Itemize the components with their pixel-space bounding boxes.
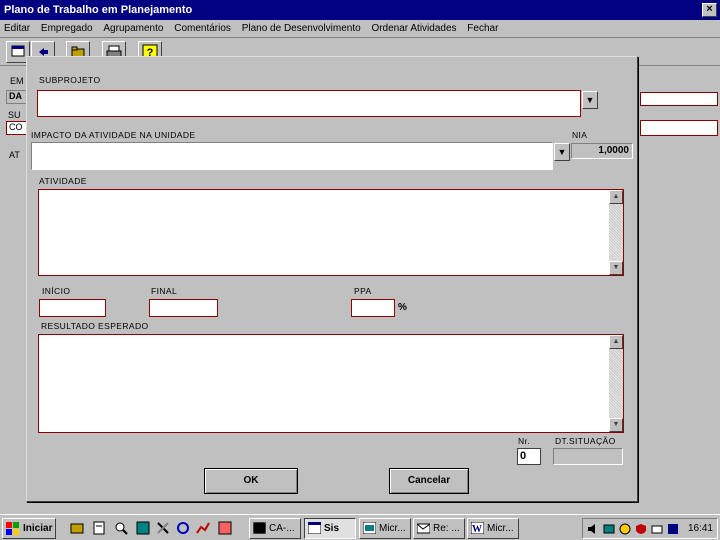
- task-label: Sis: [324, 523, 340, 534]
- system-tray: 16:41: [582, 518, 718, 539]
- quicklaunch-tools-icon[interactable]: [156, 521, 170, 535]
- windows-logo-icon: [6, 522, 19, 535]
- app-tray-icon[interactable]: [667, 523, 679, 535]
- ppa-label: PPA: [354, 286, 372, 296]
- start-button[interactable]: Iniciar: [2, 518, 56, 539]
- window-title: Plano de Trabalho em Planejamento: [4, 4, 193, 16]
- bg-label-em: EM: [10, 76, 24, 86]
- menu-editar[interactable]: Editar: [0, 20, 34, 37]
- dt-situacao-label: DT.SITUAÇÃO: [555, 436, 616, 446]
- ok-button[interactable]: OK: [204, 468, 298, 494]
- nia-label: NIA: [572, 130, 588, 140]
- menu-agrupamento[interactable]: Agrupamento: [99, 20, 167, 37]
- app-window-icon: [308, 522, 321, 534]
- impacto-dropdown-icon[interactable]: ▼: [554, 143, 570, 161]
- bg-field-right-2[interactable]: [640, 120, 718, 136]
- task-button-re[interactable]: Re: ...: [413, 518, 465, 539]
- scroll-down-icon[interactable]: ▼: [609, 261, 623, 275]
- close-icon[interactable]: ×: [702, 3, 717, 17]
- menu-comentarios[interactable]: Comentários: [170, 20, 235, 37]
- terminal-icon: [253, 522, 266, 534]
- mail-tray-icon[interactable]: [651, 523, 663, 535]
- menu-ordenar-atividades[interactable]: Ordenar Atividades: [367, 20, 460, 37]
- impacto-field[interactable]: [31, 142, 553, 170]
- nr-label: Nr.: [518, 436, 531, 446]
- cancel-button[interactable]: Cancelar: [389, 468, 469, 494]
- task-button-ca[interactable]: CA-...: [249, 518, 301, 539]
- start-label: Iniciar: [23, 523, 53, 534]
- inicio-label: INÍCIO: [42, 286, 71, 296]
- task-label: CA-...: [269, 523, 295, 534]
- subprojeto-label: SUBPROJETO: [39, 75, 101, 85]
- speaker-icon[interactable]: [587, 523, 599, 535]
- ppa-percent-sign: %: [398, 302, 408, 313]
- subprojeto-dropdown-icon[interactable]: ▼: [582, 91, 598, 109]
- subprojeto-field[interactable]: [37, 90, 581, 117]
- task-button-micr-2[interactable]: W Micr...: [467, 518, 519, 539]
- inicio-field[interactable]: [39, 299, 106, 317]
- quicklaunch-browser-icon[interactable]: [176, 521, 190, 535]
- network-tray-icon[interactable]: [603, 523, 615, 535]
- antivirus-icon[interactable]: [619, 523, 631, 535]
- scroll-up-icon[interactable]: ▲: [609, 335, 623, 349]
- quicklaunch-network-icon[interactable]: [136, 521, 150, 535]
- final-label: FINAL: [151, 286, 178, 296]
- menu-plano-desenvolvimento[interactable]: Plano de Desenvolvimento: [238, 20, 365, 37]
- bg-field-co[interactable]: CO: [6, 121, 28, 135]
- final-field[interactable]: [149, 299, 218, 317]
- nia-value: 1,0000: [571, 143, 633, 159]
- atividade-scrollbar[interactable]: ▲ ▼: [609, 190, 623, 275]
- menu-empregado[interactable]: Empregado: [37, 20, 97, 37]
- atividade-textarea[interactable]: ▲ ▼: [38, 189, 624, 276]
- task-label: Micr...: [379, 523, 406, 534]
- menu-bar: Editar Empregado Agrupamento Comentários…: [0, 20, 720, 38]
- bg-header-da: DA: [6, 90, 28, 104]
- app-window-icon: [363, 522, 376, 534]
- scroll-up-icon[interactable]: ▲: [609, 190, 623, 204]
- nr-field[interactable]: 0: [517, 448, 541, 465]
- resultado-scrollbar[interactable]: ▲ ▼: [609, 335, 623, 432]
- resultado-textarea[interactable]: ▲ ▼: [38, 334, 624, 433]
- activity-dialog: SUBPROJETO ▼ IMPACTO DA ATIVIDADE NA UNI…: [26, 56, 638, 502]
- taskbar: Iniciar CA-... Sis Micr... Re: ... W Mic…: [0, 514, 720, 540]
- bg-label-at: AT: [9, 150, 20, 160]
- window-icon: [11, 45, 25, 57]
- ppa-field[interactable]: [351, 299, 395, 317]
- menu-fechar[interactable]: Fechar: [463, 20, 502, 37]
- shield-icon[interactable]: [635, 523, 647, 535]
- dt-situacao-field: [553, 448, 623, 465]
- atividade-label: ATIVIDADE: [39, 176, 87, 186]
- impacto-label: IMPACTO DA ATIVIDADE NA UNIDADE: [31, 130, 196, 140]
- mail-icon: [417, 523, 430, 534]
- quicklaunch-app-icon[interactable]: [218, 521, 232, 535]
- quicklaunch-explorer-icon[interactable]: [70, 521, 84, 535]
- bg-label-su: SU: [8, 110, 21, 120]
- quicklaunch-notepad-icon[interactable]: [92, 521, 106, 535]
- task-button-micr-1[interactable]: Micr...: [359, 518, 411, 539]
- resultado-label: RESULTADO ESPERADO: [41, 321, 149, 331]
- clock: 16:41: [687, 523, 713, 534]
- quicklaunch-search-icon[interactable]: [114, 521, 128, 535]
- svg-text:W: W: [472, 524, 482, 534]
- task-label: Re: ...: [433, 523, 460, 534]
- task-label: Micr...: [487, 523, 514, 534]
- quicklaunch-chart-icon[interactable]: [196, 521, 210, 535]
- task-button-sis[interactable]: Sis: [304, 518, 356, 539]
- word-icon: W: [471, 522, 484, 534]
- scroll-down-icon[interactable]: ▼: [609, 418, 623, 432]
- window-titlebar: Plano de Trabalho em Planejamento ×: [0, 0, 720, 20]
- bg-field-right-1[interactable]: [640, 92, 718, 106]
